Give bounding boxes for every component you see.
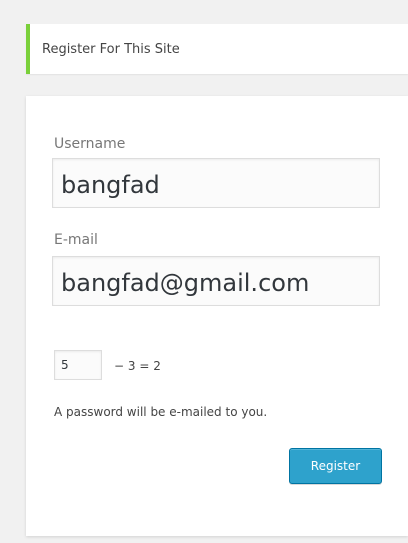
captcha-input[interactable] bbox=[54, 350, 102, 380]
register-form: Username E-mail − 3 = 2 A password will … bbox=[26, 96, 408, 536]
register-message-text: Register For This Site bbox=[42, 41, 180, 57]
password-note: A password will be e-mailed to you. bbox=[54, 405, 268, 419]
register-button[interactable]: Register bbox=[289, 448, 382, 484]
email-input[interactable] bbox=[52, 256, 380, 306]
username-label: Username bbox=[54, 136, 126, 152]
email-label: E-mail bbox=[54, 232, 98, 248]
username-input[interactable] bbox=[52, 158, 380, 208]
captcha-expression: − 3 = 2 bbox=[114, 359, 161, 373]
register-message: Register For This Site bbox=[26, 24, 408, 74]
